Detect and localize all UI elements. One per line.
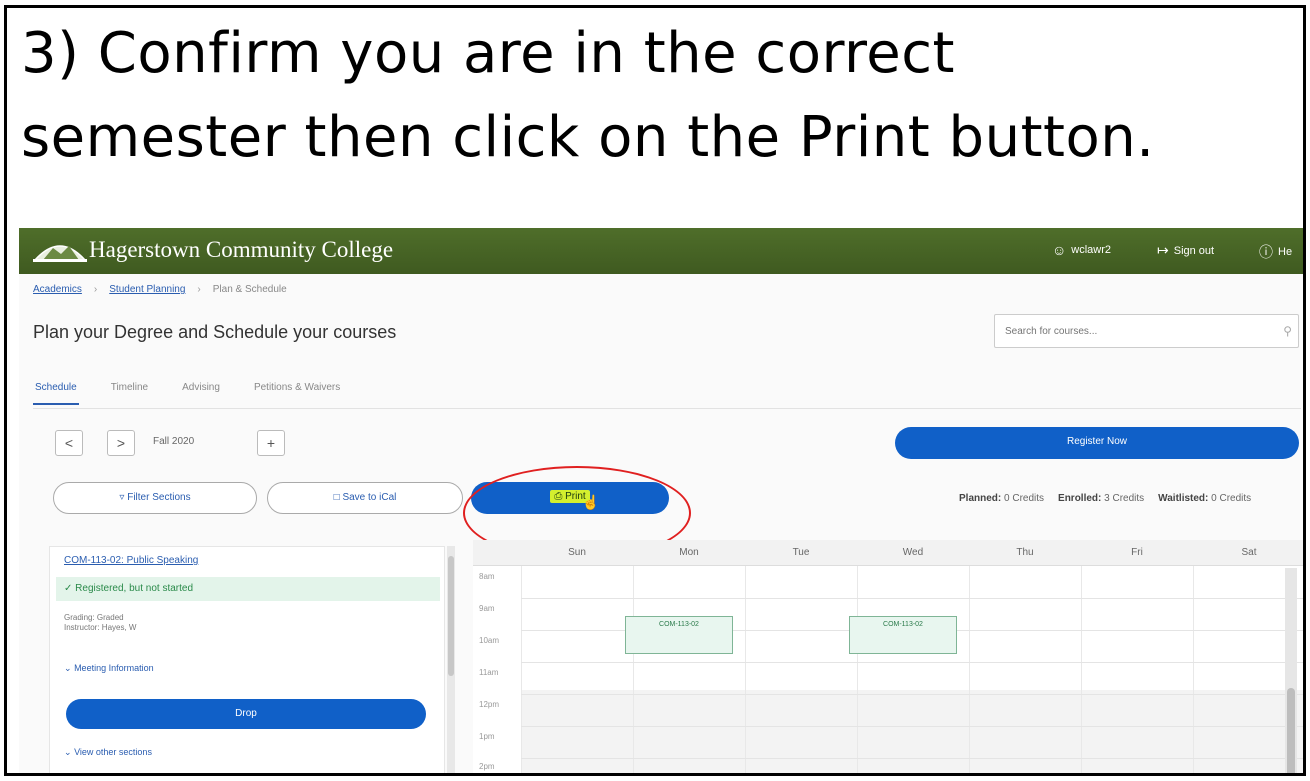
course-card: COM-113-02: Public Speaking ✓ Registered… bbox=[49, 546, 445, 773]
calendar-row-line bbox=[521, 662, 1303, 663]
prev-term-button[interactable]: < bbox=[55, 430, 83, 456]
tab-schedule[interactable]: Schedule bbox=[33, 378, 79, 405]
calendar-scrollbar[interactable] bbox=[1285, 568, 1297, 773]
user-name: wclawr2 bbox=[1071, 244, 1112, 256]
day-wed: Wed bbox=[902, 547, 924, 558]
detail-instructor: Instructor: Hayes, W bbox=[64, 623, 137, 632]
view-other-sections-link[interactable]: ⌄ View other sections bbox=[64, 747, 152, 758]
credit-summary: Planned: 0 Credits Enrolled: 3 Credits W… bbox=[959, 493, 1251, 504]
tab-advising[interactable]: Advising bbox=[180, 378, 222, 405]
chevron-down-icon: ⌄ bbox=[64, 747, 72, 757]
hour-label: 8am bbox=[479, 572, 495, 581]
calendar-shaded-area bbox=[521, 690, 1303, 773]
instruction-line-1: 3) Confirm you are in the correct bbox=[21, 21, 955, 86]
register-now-button[interactable]: Register Now bbox=[895, 427, 1299, 459]
detail-grading: Grading: Graded bbox=[64, 613, 124, 622]
calendar-header: Sun Mon Tue Wed Thu Fri Sat bbox=[473, 540, 1303, 566]
breadcrumb: Academics › Student Planning › Plan & Sc… bbox=[33, 284, 287, 295]
course-title-link[interactable]: COM-113-02: Public Speaking bbox=[64, 555, 198, 566]
enrolled-label: Enrolled: bbox=[1058, 493, 1102, 504]
scrollbar-thumb[interactable] bbox=[1287, 688, 1295, 773]
help-link[interactable]: ⓘ He bbox=[1259, 242, 1292, 262]
weekly-calendar: Sun Mon Tue Wed Thu Fri Sat 8am 9am 10am… bbox=[473, 540, 1303, 773]
course-list-scrollbar[interactable] bbox=[447, 546, 455, 773]
hour-label: 2pm bbox=[479, 762, 495, 771]
tab-petitions[interactable]: Petitions & Waivers bbox=[252, 378, 342, 405]
planned-value: 0 Credits bbox=[1004, 493, 1045, 504]
day-fri: Fri bbox=[1131, 547, 1143, 558]
sign-out-label: Sign out bbox=[1173, 244, 1215, 257]
chevron-down-icon: ⌄ bbox=[64, 663, 72, 673]
day-sat: Sat bbox=[1241, 547, 1257, 558]
breadcrumb-separator: › bbox=[93, 284, 98, 295]
page-title: Plan your Degree and Schedule your cours… bbox=[33, 322, 397, 342]
help-icon: ⓘ bbox=[1259, 244, 1273, 260]
search-input[interactable] bbox=[995, 315, 1265, 347]
plan-tabs: Schedule Timeline Advising Petitions & W… bbox=[33, 378, 342, 405]
calendar-event-mon[interactable]: COM-113-02 bbox=[625, 616, 733, 654]
breadcrumb-student-planning[interactable]: Student Planning bbox=[109, 284, 185, 295]
waitlisted-value: 0 Credits bbox=[1211, 493, 1252, 504]
calendar-row-line bbox=[521, 598, 1303, 599]
college-logo-icon bbox=[33, 245, 87, 262]
planned-label: Planned: bbox=[959, 493, 1002, 504]
drop-button[interactable]: Drop bbox=[66, 699, 426, 729]
term-label: Fall 2020 bbox=[153, 436, 195, 447]
registration-status: ✓ Registered, but not started bbox=[56, 577, 440, 601]
calendar-row-line bbox=[521, 726, 1303, 727]
filter-sections-button[interactable]: ▿ Filter Sections bbox=[53, 482, 257, 514]
calendar-row-line bbox=[521, 758, 1303, 759]
instruction-line-2: semester then click on the Print button. bbox=[21, 105, 1155, 170]
slide-frame: 3) Confirm you are in the correct semest… bbox=[4, 5, 1306, 776]
next-term-button[interactable]: > bbox=[107, 430, 135, 456]
course-details: Grading: Graded Instructor: Hayes, W bbox=[64, 613, 136, 633]
day-tue: Tue bbox=[792, 547, 810, 558]
user-menu[interactable]: ☺ wclawr2 bbox=[1052, 242, 1111, 258]
planned-credits: Planned: 0 Credits bbox=[959, 493, 1044, 504]
scrollbar-thumb[interactable] bbox=[448, 556, 454, 676]
breadcrumb-separator: › bbox=[197, 284, 201, 295]
filter-icon: ▿ bbox=[119, 492, 125, 503]
help-label: He bbox=[1278, 246, 1293, 258]
college-name: Hagerstown Community College bbox=[89, 237, 394, 262]
breadcrumb-academics[interactable]: Academics bbox=[33, 284, 82, 295]
calendar-event-wed[interactable]: COM-113-02 bbox=[849, 616, 957, 654]
instruction-text: 3) Confirm you are in the correct semest… bbox=[21, 12, 1301, 180]
meeting-information-label: Meeting Information bbox=[74, 663, 154, 673]
waitlisted-credits: Waitlisted: 0 Credits bbox=[1158, 493, 1251, 504]
calendar-icon: □ bbox=[333, 492, 340, 503]
top-bar: Hagerstown Community College ☺ wclawr2 ↦… bbox=[19, 228, 1303, 274]
sign-out-link[interactable]: ↦ Sign out bbox=[1157, 242, 1214, 259]
enrolled-credits: Enrolled: 3 Credits bbox=[1058, 493, 1144, 504]
sign-out-icon: ↦ bbox=[1157, 242, 1169, 258]
save-to-ical-button[interactable]: □ Save to iCal bbox=[267, 482, 463, 514]
search-icon[interactable]: ⚲ bbox=[1283, 324, 1292, 338]
breadcrumb-current: Plan & Schedule bbox=[212, 284, 287, 295]
day-sun: Sun bbox=[568, 547, 586, 558]
hour-label: 9am bbox=[479, 604, 495, 613]
screenshot: Hagerstown Community College ☺ wclawr2 ↦… bbox=[19, 228, 1303, 773]
day-mon: Mon bbox=[679, 547, 699, 558]
hour-label: 11am bbox=[479, 668, 499, 677]
view-other-sections-label: View other sections bbox=[74, 747, 152, 757]
day-thu: Thu bbox=[1016, 547, 1034, 558]
add-term-button[interactable]: + bbox=[257, 430, 285, 456]
meeting-information-link[interactable]: ⌄ Meeting Information bbox=[64, 663, 154, 674]
hour-label: 12pm bbox=[479, 700, 500, 709]
hour-label: 10am bbox=[479, 636, 500, 645]
calendar-row-line bbox=[521, 694, 1303, 695]
enrolled-value: 3 Credits bbox=[1104, 493, 1145, 504]
check-icon: ✓ bbox=[64, 583, 73, 594]
save-to-ical-label: Save to iCal bbox=[342, 492, 397, 503]
tabs-divider bbox=[33, 408, 1301, 409]
mouse-cursor-icon: ☝ bbox=[582, 494, 600, 510]
user-icon: ☺ bbox=[1052, 242, 1067, 258]
status-text: Registered, but not started bbox=[75, 583, 194, 594]
waitlisted-label: Waitlisted: bbox=[1158, 493, 1209, 504]
tab-timeline[interactable]: Timeline bbox=[109, 378, 150, 405]
hour-label: 1pm bbox=[479, 732, 495, 741]
filter-sections-label: Filter Sections bbox=[127, 492, 191, 503]
course-search: ⚲ bbox=[994, 314, 1299, 348]
